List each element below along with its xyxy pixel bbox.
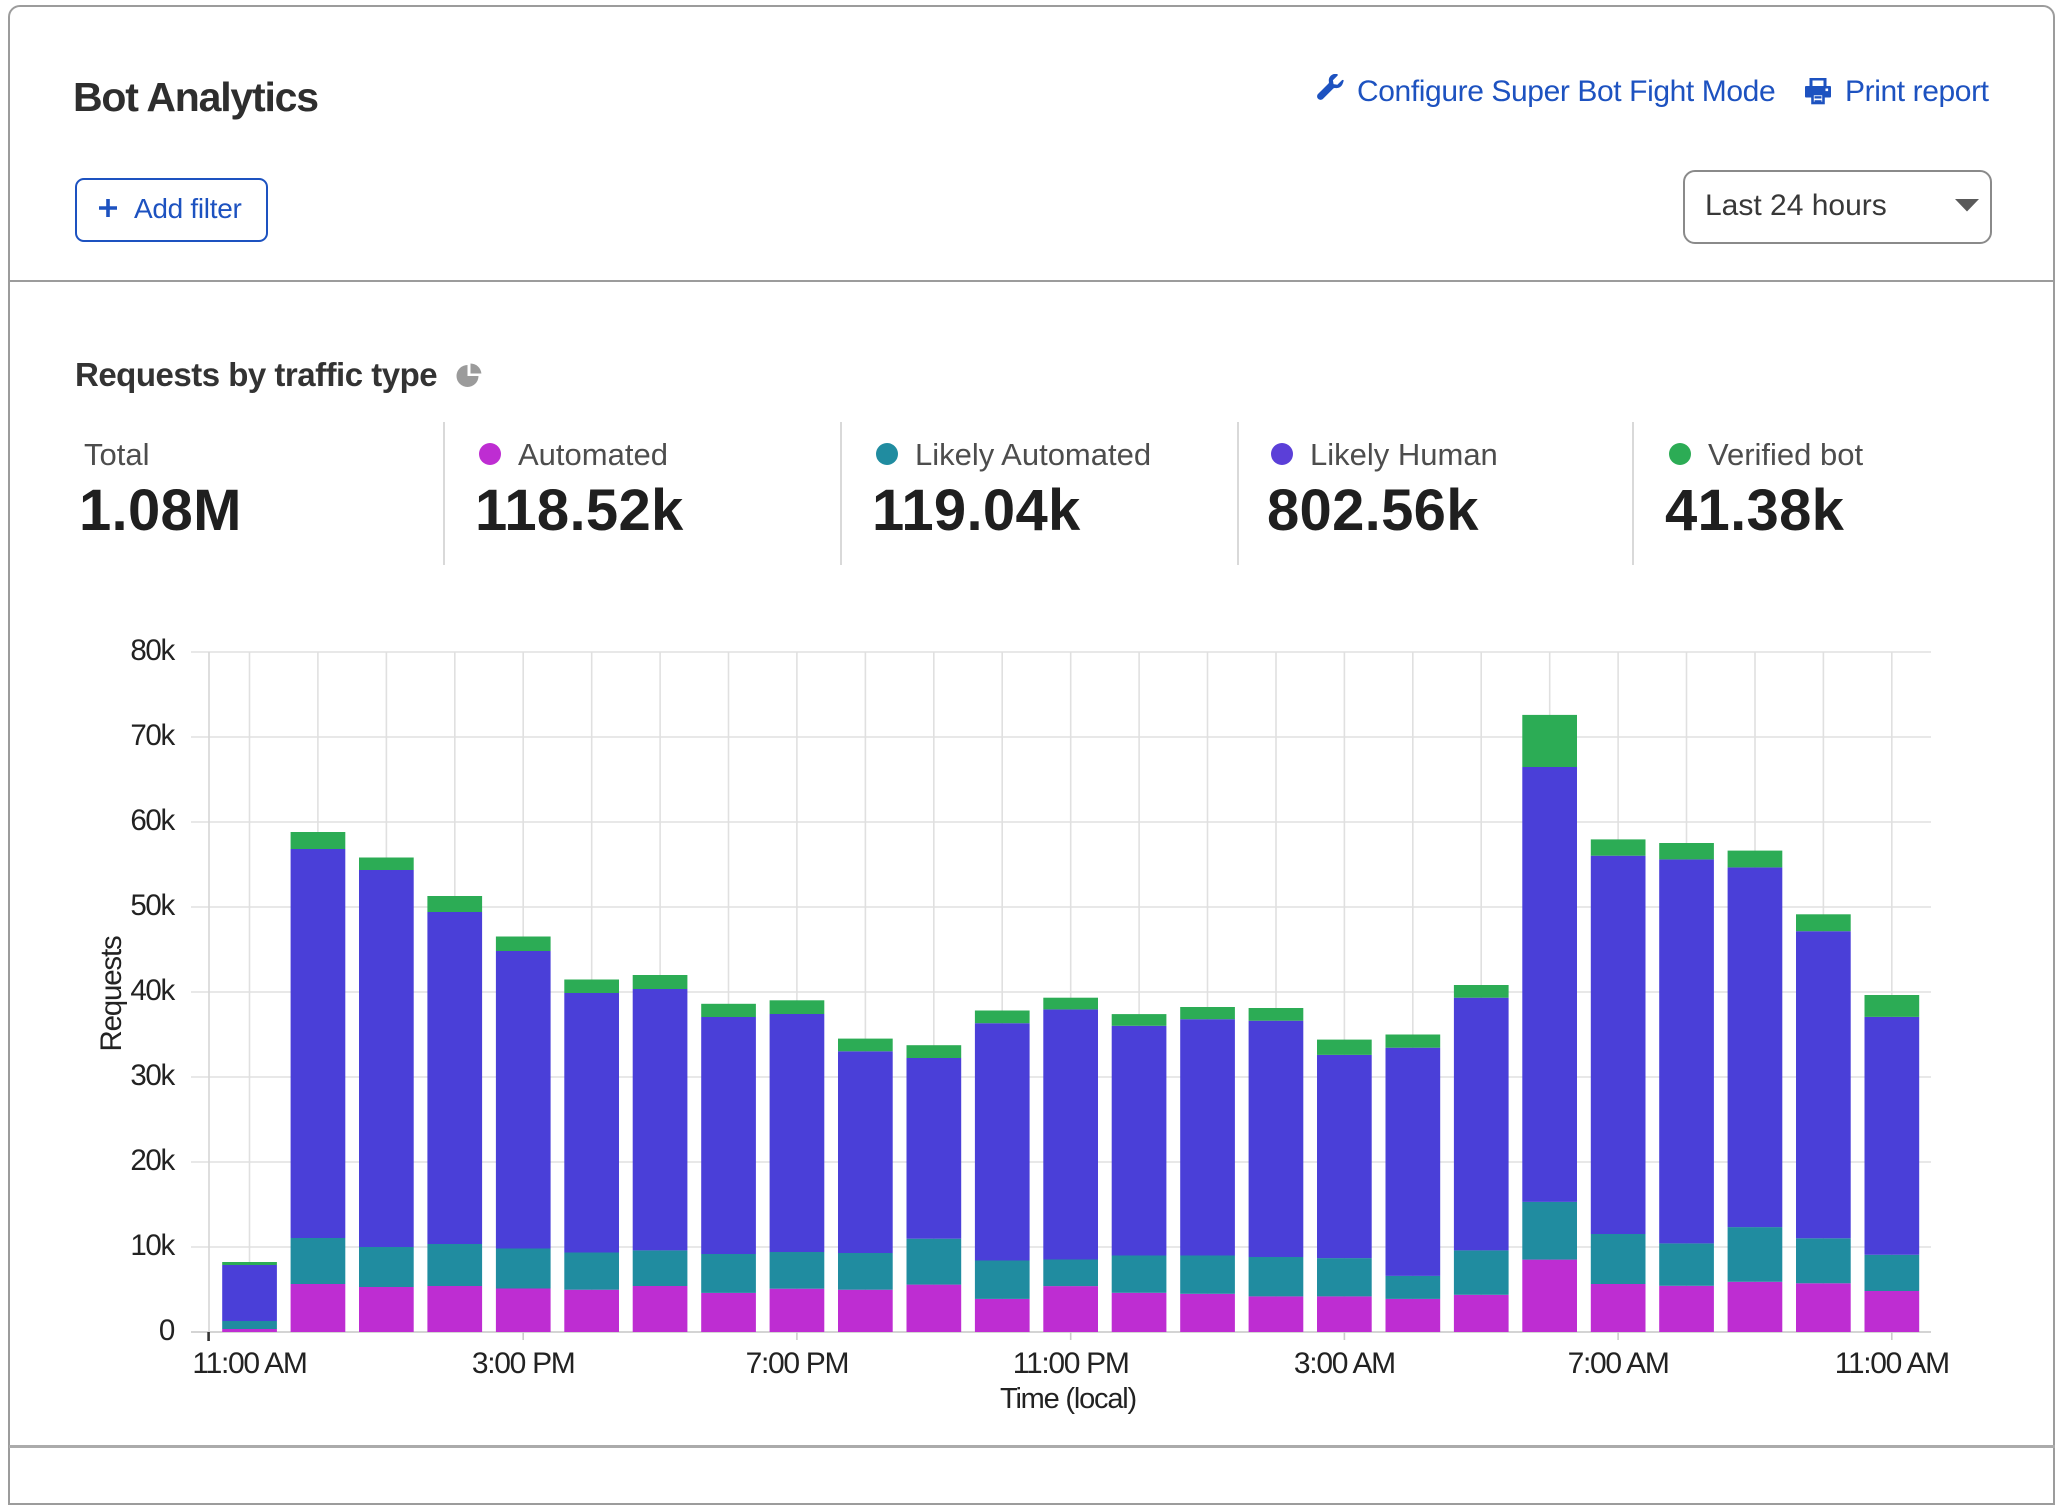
svg-text:30k: 30k	[130, 1059, 175, 1092]
svg-text:0: 0	[159, 1314, 175, 1347]
svg-text:80k: 80k	[130, 634, 175, 667]
svg-text:50k: 50k	[130, 889, 175, 922]
svg-text:10k: 10k	[130, 1229, 175, 1262]
svg-text:60k: 60k	[130, 804, 175, 837]
svg-text:20k: 20k	[130, 1144, 175, 1177]
svg-text:11:00 AM: 11:00 AM	[1835, 1347, 1949, 1380]
svg-text:11:00 PM: 11:00 PM	[1013, 1347, 1129, 1380]
svg-text:7:00 AM: 7:00 AM	[1568, 1347, 1669, 1380]
svg-text:3:00 AM: 3:00 AM	[1294, 1347, 1395, 1380]
svg-text:Requests: Requests	[95, 936, 128, 1051]
svg-text:3:00 PM: 3:00 PM	[472, 1347, 575, 1380]
svg-text:40k: 40k	[130, 974, 175, 1007]
svg-text:7:00 PM: 7:00 PM	[746, 1347, 849, 1380]
svg-text:70k: 70k	[130, 719, 175, 752]
svg-text:11:00 AM: 11:00 AM	[192, 1347, 306, 1380]
svg-text:Time (local): Time (local)	[1000, 1383, 1136, 1415]
